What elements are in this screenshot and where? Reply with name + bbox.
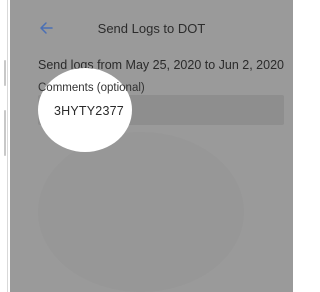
app-header: Send Logs to DOT [10,0,293,52]
device-side-button [4,110,6,156]
device-left-edge [0,0,8,292]
page-title: Send Logs to DOT [97,21,206,36]
app-screen: Send Logs to DOT Send logs from May 25, … [10,0,293,292]
comments-input-value[interactable]: 3HYTY2377 [54,104,124,118]
device-right-edge [293,0,303,292]
overlay-shape [38,132,244,292]
device-side-button [4,60,6,86]
comments-label: Comments (optional) [38,82,145,94]
